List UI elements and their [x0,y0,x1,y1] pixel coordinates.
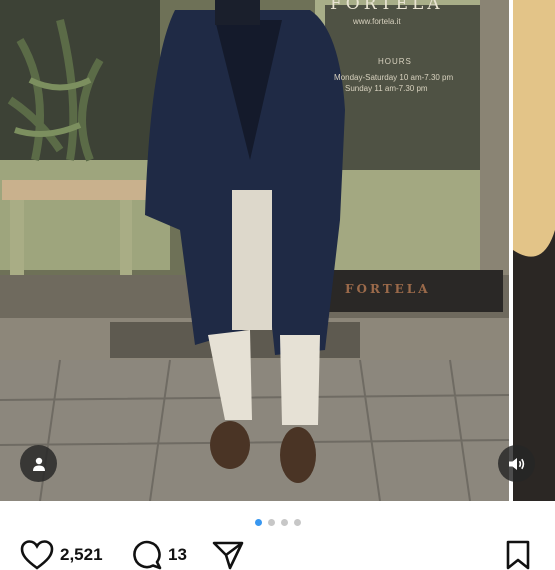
carousel-dot [280,518,288,526]
speaker-icon [508,457,524,470]
person-icon [32,457,45,471]
save-action [505,540,531,570]
carousel-dot [267,518,275,526]
heart-icon[interactable] [20,540,54,570]
carousel-indicator [0,516,555,528]
storefront-hours-line2: Sunday 11 am-7.30 pm [345,84,428,93]
carousel-dot [293,518,301,526]
post-action-bar: 2,521 13 [0,540,555,570]
comment-bubble-icon[interactable] [132,540,162,570]
next-photo-peek [513,0,555,501]
carousel-dot-active [254,518,262,526]
storefront-hours-line1: Monday-Saturday 10 am-7.30 pm [334,73,454,82]
comment-count[interactable]: 13 [168,545,187,565]
storefront-hours-title: HOURS [378,57,412,66]
comment-action: 13 [132,540,187,570]
bookmark-icon[interactable] [505,540,531,570]
sound-toggle-button[interactable] [498,445,535,482]
storefront-url: www.fortela.it [353,17,401,26]
storefront-brand: FORTELA [330,0,444,14]
share-action [212,540,244,570]
doormat-text: FORTELA [345,282,431,296]
like-count[interactable]: 2,521 [60,545,103,565]
post-carousel[interactable]: FORTELA www.fortela.it HOURS Monday-Satu… [0,0,555,501]
like-action: 2,521 [20,540,103,570]
user-tag-button[interactable] [20,445,57,482]
paper-plane-icon[interactable] [212,540,244,570]
